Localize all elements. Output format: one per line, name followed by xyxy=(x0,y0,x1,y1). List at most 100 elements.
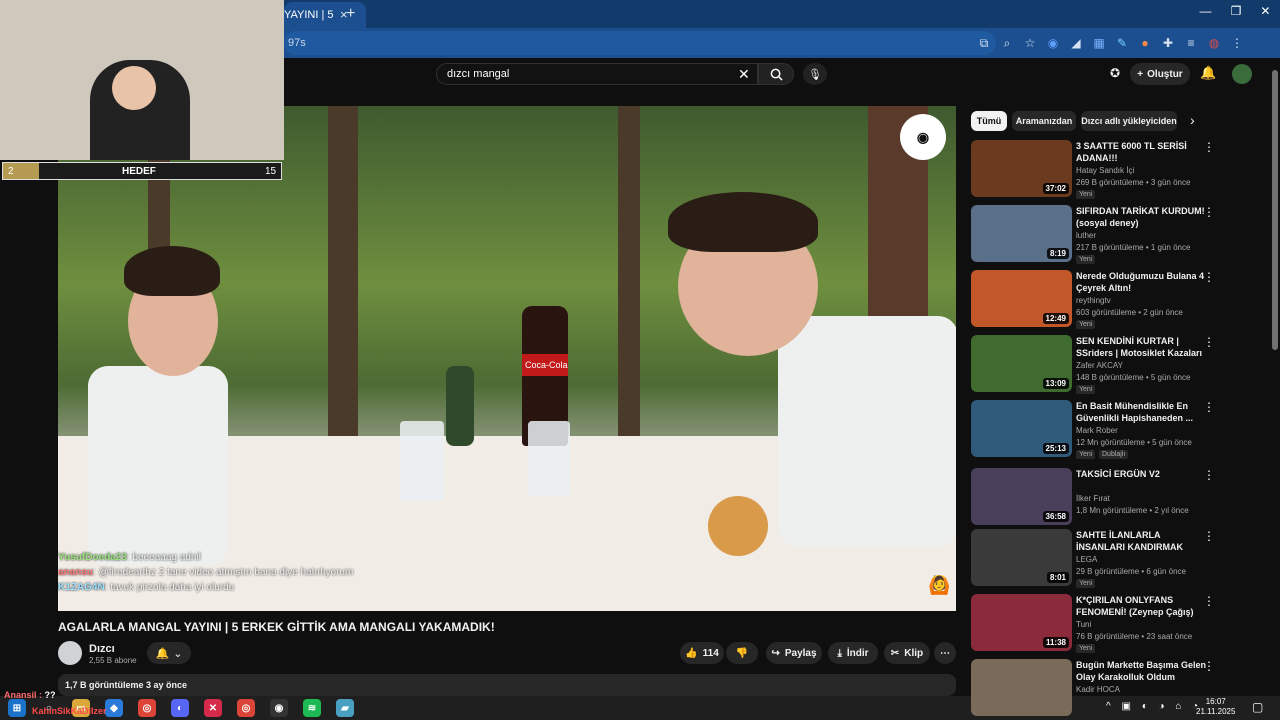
spotify-icon[interactable]: ≋ xyxy=(303,699,321,717)
recommendation-title[interactable]: Bugün Markette Başıma Gelen Olay Karakol… xyxy=(1076,659,1208,683)
recommendation-item[interactable]: 13:09 SEN KENDİNİ KURTAR | SSriders | Mot… xyxy=(971,335,1261,394)
more-actions-button[interactable]: ⋯ xyxy=(934,642,956,664)
extension-icon[interactable]: ◉ xyxy=(1045,35,1061,51)
share-button[interactable]: ↪ Paylaş xyxy=(766,642,822,664)
recommendation-title[interactable]: TAKSİCİ ERGÜN V2 xyxy=(1076,468,1208,480)
recommendation-item[interactable]: 8:19 SIFIRDAN TARİKAT KURDUM! (sosyal den… xyxy=(971,205,1261,264)
window-controls: — ❐ ✕ xyxy=(1190,4,1280,24)
dislike-button[interactable]: 👎 xyxy=(726,642,758,664)
bookmark-star-icon[interactable]: ☆ xyxy=(1022,35,1038,51)
upload-icon[interactable]: ✪ xyxy=(1110,66,1120,80)
video-thumbnail[interactable]: 11:38 xyxy=(971,594,1072,651)
recommendation-item[interactable]: 36:58 TAKSİCİ ERGÜN V2 İlker Fırat 1,8 Mn g… xyxy=(971,468,1261,526)
like-button[interactable]: 👍 114 xyxy=(680,642,724,664)
recommendation-title[interactable]: En Basit Mühendislikle En Güvenlikli Hap… xyxy=(1076,400,1208,424)
start-icon[interactable]: ⊞ xyxy=(8,699,26,717)
app-x-icon[interactable]: ✕ xyxy=(204,699,222,717)
maximize-button[interactable]: ❐ xyxy=(1231,4,1242,24)
video-thumbnail[interactable]: 25:13 xyxy=(971,400,1072,457)
chip-from-search[interactable]: Aramanızdan xyxy=(1012,111,1076,131)
video-thumbnail[interactable]: 12:49 xyxy=(971,270,1072,327)
search-button[interactable] xyxy=(758,63,794,85)
recommendation-channel[interactable]: İlker Fırat xyxy=(1076,494,1110,503)
more-options-icon[interactable]: ⋮ xyxy=(1203,140,1215,154)
recommendation-item[interactable]: 8:01 SAHTE İLANLARLA İNSANLARI KANDIRMAK L… xyxy=(971,529,1261,588)
search-input[interactable]: dızcı mangal xyxy=(436,63,758,85)
video-player[interactable]: Coca-Cola ◉ xyxy=(58,106,956,611)
more-options-icon[interactable]: ⋮ xyxy=(1203,659,1215,673)
chip-next-icon[interactable]: › xyxy=(1190,112,1195,128)
recommendation-channel[interactable]: Kadir HOCA xyxy=(1076,685,1120,694)
recommendation-item[interactable]: Bugün Markette Başıma Gelen Olay Karakol… xyxy=(971,659,1261,717)
video-thumbnail[interactable]: 37:02 xyxy=(971,140,1072,197)
channel-name[interactable]: Dızcı xyxy=(89,643,115,655)
more-options-icon[interactable]: ⋮ xyxy=(1203,594,1215,608)
app-icon[interactable]: ▰ xyxy=(336,699,354,717)
subscription-bell-button[interactable]: 🔔 ⌄ xyxy=(147,642,191,664)
clip-button[interactable]: ✂ Klip xyxy=(884,642,930,664)
description-box[interactable]: 1,7 B görüntüleme 3 ay önce xyxy=(58,674,956,696)
recommendation-item[interactable]: 37:02 3 SAATTE 6000 TL SERİSİ ADANA!!! Hat… xyxy=(971,140,1261,199)
video-thumbnail[interactable]: 36:58 xyxy=(971,468,1072,525)
discord-icon[interactable]: ◐ xyxy=(171,699,189,717)
minimize-button[interactable]: — xyxy=(1200,4,1212,24)
more-options-icon[interactable]: ⋮ xyxy=(1203,468,1215,482)
recommendation-title[interactable]: Nerede Olduğumuzu Bulana 4 Çeyrek Altın! xyxy=(1076,270,1208,294)
recommendation-channel[interactable]: luther xyxy=(1076,231,1096,240)
video-thumbnail[interactable] xyxy=(971,659,1072,716)
notifications-bell-icon[interactable]: 🔔 xyxy=(1200,65,1216,81)
obs-icon[interactable]: ◉ xyxy=(270,699,288,717)
recommendation-item[interactable]: 25:13 En Basit Mühendislikle En Güvenlikl… xyxy=(971,400,1261,459)
cast-icon[interactable]: ⧉ xyxy=(976,35,992,51)
voice-search-button[interactable]: 🎙 xyxy=(803,63,827,85)
recommendation-channel[interactable]: Tuni xyxy=(1076,620,1091,629)
more-options-icon[interactable]: ⋮ xyxy=(1203,400,1215,414)
url-field[interactable]: 97s xyxy=(284,31,996,55)
video-thumbnail[interactable]: 13:09 xyxy=(971,335,1072,392)
close-window-button[interactable]: ✕ xyxy=(1260,4,1270,24)
more-options-icon[interactable]: ⋮ xyxy=(1203,335,1215,349)
puzzle-icon[interactable]: ✚ xyxy=(1160,35,1176,51)
recommendation-title[interactable]: K*ÇIRILAN ONLYFANS FENOMENİ! (Zeynep Çağ… xyxy=(1076,594,1208,618)
extension-icon[interactable]: ● xyxy=(1137,35,1153,51)
channel-watermark-logo: ◉ xyxy=(900,114,946,160)
zoom-icon[interactable]: ⌕ xyxy=(999,35,1015,51)
scrollbar[interactable] xyxy=(1272,70,1278,350)
profile-icon[interactable]: ◍ xyxy=(1206,35,1222,51)
video-thumbnail[interactable]: 8:01 xyxy=(971,529,1072,586)
recommendation-item[interactable]: 12:49 Nerede Olduğumuzu Bulana 4 Çeyrek A… xyxy=(971,270,1261,329)
extension-icon[interactable]: ▦ xyxy=(1091,35,1107,51)
create-button[interactable]: + Oluştur xyxy=(1130,63,1190,85)
video-thumbnail[interactable]: 8:19 xyxy=(971,205,1072,262)
download-icon: ⤓ xyxy=(837,647,842,659)
recommendation-channel[interactable]: reythingtv xyxy=(1076,296,1111,305)
video-scene-cup xyxy=(528,421,570,496)
clear-search-icon[interactable]: ✕ xyxy=(738,66,750,83)
recommendation-channel[interactable]: Mark Rober xyxy=(1076,426,1118,435)
extension-icon[interactable]: ◢ xyxy=(1068,35,1084,51)
menu-icon[interactable]: ⋮ xyxy=(1229,35,1245,51)
channel-avatar[interactable] xyxy=(58,641,82,665)
download-button[interactable]: ⤓ İndir xyxy=(828,642,878,664)
recommendation-channel[interactable]: Zafer AKCAY xyxy=(1076,361,1123,370)
recommendation-item[interactable]: 11:38 K*ÇIRILAN ONLYFANS FENOMENİ! (Zeyne… xyxy=(971,594,1261,653)
chrome-icon[interactable]: ◎ xyxy=(237,699,255,717)
recommendation-channel[interactable]: Hatay Sandık İçi xyxy=(1076,166,1134,175)
extension-icon[interactable]: ✎ xyxy=(1114,35,1130,51)
reading-list-icon[interactable]: ≡ xyxy=(1183,35,1199,51)
recommendation-title[interactable]: SIFIRDAN TARİKAT KURDUM! (sosyal deney) xyxy=(1076,205,1208,229)
chrome-icon[interactable]: ◎ xyxy=(138,699,156,717)
new-tab-button[interactable]: + xyxy=(346,5,355,23)
recommendation-title[interactable]: SAHTE İLANLARLA İNSANLARI KANDIRMAK xyxy=(1076,529,1208,553)
account-avatar[interactable] xyxy=(1232,64,1252,84)
dubbed-badge: Dublajlı xyxy=(1099,450,1129,459)
recommendation-title[interactable]: 3 SAATTE 6000 TL SERİSİ ADANA!!! xyxy=(1076,140,1208,164)
recommendation-channel[interactable]: LEGA xyxy=(1076,555,1097,564)
app-icon[interactable]: ◆ xyxy=(105,699,123,717)
chip-all[interactable]: Tümü xyxy=(971,111,1007,131)
chip-from-uploader[interactable]: Dızcı adlı yükleyiciden xyxy=(1081,111,1177,131)
more-options-icon[interactable]: ⋮ xyxy=(1203,529,1215,543)
recommendation-title[interactable]: SEN KENDİNİ KURTAR | SSriders | Motosikl… xyxy=(1076,335,1208,359)
more-options-icon[interactable]: ⋮ xyxy=(1203,270,1215,284)
more-options-icon[interactable]: ⋮ xyxy=(1203,205,1215,219)
